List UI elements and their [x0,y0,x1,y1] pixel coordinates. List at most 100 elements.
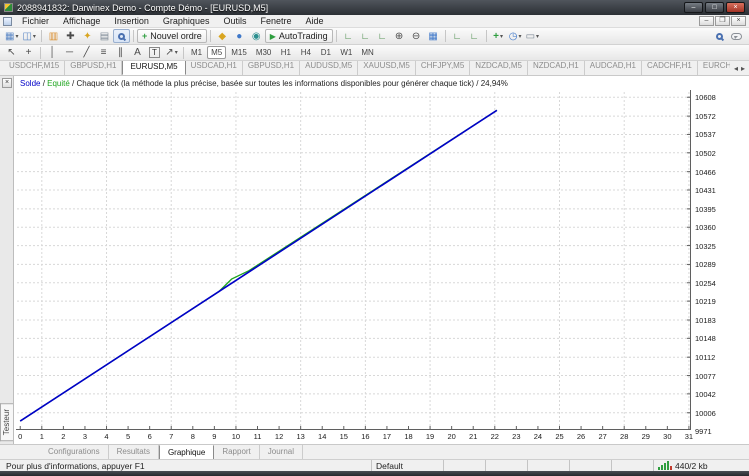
y-axis-labels: 1060810572105371050210466104311039510360… [695,76,745,444]
clock-icon: ◷ [509,31,518,42]
vertical-line-button[interactable]: │ [44,46,61,60]
chat-icon[interactable] [731,33,742,40]
search-icon[interactable] [716,33,723,40]
periods-button[interactable]: ◷▾ [507,29,524,43]
x-axis-label: 26 [573,432,589,441]
templates-button[interactable]: ▭▾ [524,29,541,43]
tester-magnifier-icon [118,33,125,40]
x-axis-label: 16 [357,432,373,441]
new-order-label: Nouvel ordre [150,31,202,41]
menu-item[interactable]: Graphiques [156,15,217,28]
line-chart-button[interactable]: ∟ [374,29,391,43]
x-axis-line [16,429,691,430]
symbol-tab[interactable]: NZDCAD,M5 [470,61,528,75]
menu-item[interactable]: Fenetre [253,15,298,28]
data-window-button[interactable]: ✚ [62,29,79,43]
symbol-tab[interactable]: EURUSD,M5 [122,61,185,75]
new-chart-button[interactable]: ▦▾ [3,29,20,43]
symbol-tab[interactable]: USDCHF,M15 [4,61,65,75]
bar-chart-button[interactable]: ∟ [340,29,357,43]
minimize-button[interactable]: – [684,2,703,13]
x-axis-label: 27 [595,432,611,441]
navigator-button[interactable]: ✦ [79,29,96,43]
period-button[interactable]: H4 [296,46,315,59]
close-button[interactable]: × [726,2,745,13]
x-axis-label: 15 [336,432,352,441]
tester-panel-strip: × Testeur [0,76,14,444]
menu-item[interactable]: Insertion [107,15,156,28]
new-order-button[interactable]: +Nouvel ordre [137,29,207,43]
tester-chart-area[interactable]: Solde / Equité / Chaque tick (la méthode… [14,76,749,444]
symbol-tab[interactable]: AUDCAD,H1 [585,61,642,75]
symbol-tab[interactable]: CADCHF,H1 [642,61,698,75]
tile-windows-button[interactable]: ▦ [425,29,442,43]
text-tool-button[interactable]: A [129,46,146,60]
symbol-tab[interactable]: CHFJPY,M5 [416,61,470,75]
period-buttons: M1M5M15M30H1H4D1W1MN [187,46,378,59]
tester-vertical-tab[interactable]: Testeur [0,403,13,441]
symbol-tab[interactable]: AUDUSD,M5 [300,61,358,75]
candlestick-chart-button[interactable]: ∟ [357,29,374,43]
trendline-button[interactable]: ╱ [78,46,95,60]
period-button[interactable]: M1 [187,46,206,59]
community-button[interactable]: ● [231,29,248,43]
globe-icon: ◉ [252,31,261,42]
menu-item[interactable]: Outils [216,15,253,28]
y-axis-line [690,90,691,430]
zoom-out-button[interactable]: ⊖ [408,29,425,43]
auto-scroll-button[interactable]: ∟ [449,29,466,43]
crosshair-tool-button[interactable]: + [20,46,37,60]
y-axis-label: 10148 [695,334,716,343]
menu-item[interactable]: Aide [299,15,331,28]
web-terminal-button[interactable]: ◉ [248,29,265,43]
status-profile[interactable]: Default [371,460,443,471]
cursor-tool-button[interactable]: ↖ [3,46,20,60]
metaeditor-icon: ◆ [218,31,226,42]
strategy-tester-button[interactable] [113,29,130,43]
y-axis-label: 10395 [695,205,716,214]
child-close-button[interactable]: × [731,16,746,26]
market-watch-button[interactable]: ▥ [45,29,62,43]
symbol-tab[interactable]: GBPUSD,H1 [243,61,300,75]
period-button[interactable]: H1 [276,46,295,59]
terminal-button[interactable]: ▤ [96,29,113,43]
vertical-line-icon: │ [49,47,55,58]
indicators-button[interactable]: +▾ [490,29,507,43]
horizontal-line-button[interactable]: ─ [61,46,78,60]
zoom-in-button[interactable]: ⊕ [391,29,408,43]
symbol-tab[interactable]: NZDCAD,H1 [528,61,585,75]
period-button[interactable]: M30 [252,46,276,59]
channel-button[interactable]: ∥ [112,46,129,60]
tab-scroll-right-icon[interactable]: ▸ [741,64,745,73]
menu-item[interactable]: Fichier [15,15,56,28]
status-cell [569,460,611,471]
symbol-tab[interactable]: XAUUSD,M5 [358,61,416,75]
period-button[interactable]: M5 [207,46,226,59]
chevron-down-icon: ▾ [33,33,36,40]
chevron-down-icon: ▾ [518,33,521,40]
y-axis-label: 10360 [695,223,716,232]
arrows-button[interactable]: ↗▾ [163,46,180,60]
period-button[interactable]: M15 [227,46,251,59]
maximize-button[interactable]: □ [705,2,724,13]
label-tool-button[interactable]: T [146,46,163,60]
y-axis-label: 10042 [695,390,716,399]
profiles-icon: ◫ [22,31,31,42]
menu-item[interactable]: Affichage [56,15,107,28]
period-button[interactable]: W1 [336,46,356,59]
child-restore-button[interactable]: ❐ [715,16,730,26]
child-minimize-button[interactable]: – [699,16,714,26]
metaeditor-button[interactable]: ◆ [214,29,231,43]
fibonacci-button[interactable]: ≡ [95,46,112,60]
chart-shift-button[interactable]: ∟ [466,29,483,43]
symbol-tab[interactable]: GBPUSD,H1 [65,61,122,75]
toolbar-separator [486,30,487,42]
autotrading-button[interactable]: ▶AutoTrading [265,29,333,43]
period-button[interactable]: D1 [316,46,335,59]
tab-scroll-left-icon[interactable]: ◂ [734,64,738,73]
period-button[interactable]: MN [357,46,377,59]
profiles-button[interactable]: ◫▾ [20,29,37,43]
balance-equity-plot[interactable] [17,92,690,429]
tester-close-icon[interactable]: × [2,78,12,88]
symbol-tab[interactable]: USDCAD,H1 [186,61,243,75]
